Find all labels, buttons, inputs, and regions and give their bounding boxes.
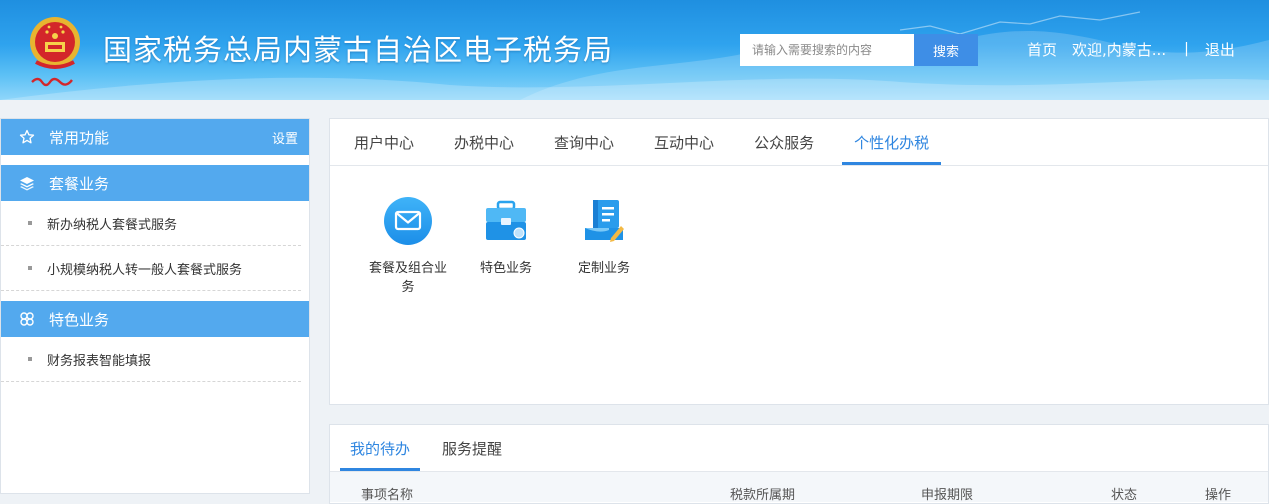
sidebar-section-package[interactable]: 套餐业务	[1, 165, 309, 201]
service-label: 特色业务	[479, 261, 532, 276]
bullet-icon	[28, 266, 32, 270]
envelope-icon	[384, 197, 432, 245]
sidebar-item-financial-report-smart-fill[interactable]: 财务报表智能填报	[1, 337, 301, 382]
tab-interaction-center[interactable]: 互动中心	[642, 119, 726, 165]
main-tabs: 用户中心 办税中心 查询中心 互动中心 公众服务 个性化办税	[330, 119, 1268, 166]
tab-public-service[interactable]: 公众服务	[742, 119, 826, 165]
sidebar-section-title: 常用功能	[49, 128, 110, 147]
sidebar-section-title: 套餐业务	[49, 174, 110, 193]
sidebar-section-title: 特色业务	[49, 310, 110, 329]
service-special-business[interactable]: 特色业务	[461, 196, 551, 278]
todo-table-header: 事项名称 税款所属期 申报期限 状态 操作	[330, 472, 1268, 503]
document-pen-icon	[585, 200, 624, 242]
welcome-user-link[interactable]: 欢迎,内蒙古...	[1072, 39, 1166, 60]
star-icon	[18, 128, 36, 146]
header-banner: 国家税务总局内蒙古自治区电子税务局 搜索 首页 欢迎,内蒙古... | 退出	[0, 0, 1269, 100]
tab-user-center[interactable]: 用户中心	[342, 119, 426, 165]
todo-tabs: 我的待办 服务提醒	[330, 425, 1268, 472]
search-button[interactable]: 搜索	[914, 34, 978, 66]
briefcase-icon	[486, 200, 526, 240]
tab-query-center[interactable]: 查询中心	[542, 119, 626, 165]
tax-emblem-logo	[30, 17, 80, 87]
sidebar-section-special[interactable]: 特色业务	[1, 301, 309, 337]
clover-icon	[18, 310, 36, 328]
logout-link[interactable]: 退出	[1205, 39, 1235, 60]
tab-personalized-tax[interactable]: 个性化办税	[842, 119, 942, 165]
layers-icon	[18, 174, 36, 192]
sidebar-item-new-taxpayer-package[interactable]: 新办纳税人套餐式服务	[1, 201, 301, 246]
service-label: 定制业务	[577, 261, 630, 276]
nav-separator: |	[1184, 41, 1189, 57]
sidebar: 常用功能 设置 套餐业务 新办纳税人套餐式服务 小规模纳税人转一般人套餐式服务 …	[0, 118, 310, 494]
tab-tax-center[interactable]: 办税中心	[442, 119, 526, 165]
todo-panel: 我的待办 服务提醒 事项名称 税款所属期 申报期限 状态 操作	[329, 424, 1269, 504]
settings-link[interactable]: 设置	[272, 128, 298, 147]
bullet-icon	[28, 357, 32, 361]
sidebar-section-favorites[interactable]: 常用功能 设置	[1, 119, 309, 155]
sidebar-item-label: 小规模纳税人转一般人套餐式服务	[47, 262, 243, 278]
sidebar-item-small-scale-conversion-package[interactable]: 小规模纳税人转一般人套餐式服务	[1, 246, 301, 291]
tab-service-reminder[interactable]: 服务提醒	[432, 425, 512, 471]
site-title: 国家税务总局内蒙古自治区电子税务局	[103, 33, 614, 67]
home-link[interactable]: 首页	[1027, 39, 1057, 60]
tab-my-todo[interactable]: 我的待办	[340, 425, 421, 471]
sidebar-item-label: 新办纳税人套餐式服务	[47, 217, 178, 233]
top-nav: 首页 欢迎,内蒙古... | 退出	[1027, 39, 1235, 59]
service-label: 套餐及组合业务	[368, 261, 447, 295]
service-custom-business[interactable]: 定制业务	[559, 196, 649, 278]
bullet-icon	[28, 221, 32, 225]
search-input[interactable]	[740, 34, 914, 66]
sidebar-item-label: 财务报表智能填报	[47, 353, 152, 369]
main-panel: 用户中心 办税中心 查询中心 互动中心 公众服务 个性化办税 套餐及组合业务 特…	[329, 118, 1269, 405]
service-package-combination[interactable]: 套餐及组合业务	[363, 196, 453, 297]
